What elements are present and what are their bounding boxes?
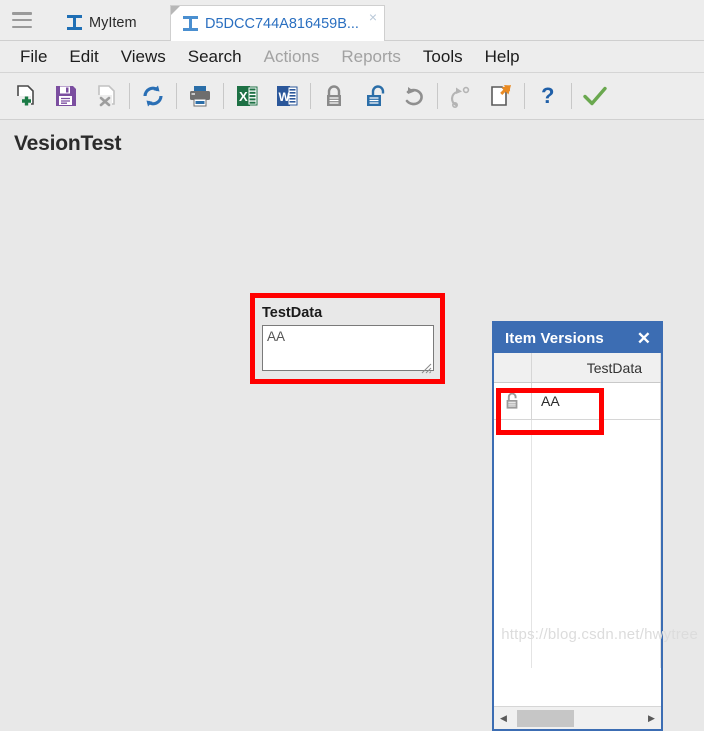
ibeam-icon — [183, 16, 198, 31]
tab-myitem-label: MyItem — [89, 14, 137, 31]
hamburger-icon[interactable] — [12, 12, 32, 28]
toolbar-separator — [524, 83, 525, 109]
testdata-input[interactable] — [262, 325, 434, 371]
close-icon[interactable]: × — [369, 10, 377, 24]
svg-text:X: X — [239, 89, 248, 104]
new-item-icon[interactable] — [6, 77, 46, 115]
versions-column-lock — [494, 353, 532, 382]
toolbar-separator — [176, 83, 177, 109]
check-icon[interactable] — [575, 77, 615, 115]
toolbar-separator — [310, 83, 311, 109]
scrollbar-thumb[interactable] — [517, 709, 574, 727]
hamburger-line — [12, 18, 32, 22]
save-icon[interactable] — [46, 77, 86, 115]
toolbar-separator — [129, 83, 130, 109]
tab-bar: MyItem D5DCC744A816459B... × — [0, 0, 704, 41]
tab-document-label: D5DCC744A816459B... — [205, 15, 359, 32]
redo-icon[interactable] — [441, 77, 481, 115]
close-icon[interactable]: ✕ — [637, 330, 651, 347]
menu-item-edit[interactable]: Edit — [58, 45, 109, 69]
testdata-label: TestData — [262, 305, 323, 321]
undo-icon[interactable] — [394, 77, 434, 115]
hamburger-line — [12, 12, 32, 15]
print-icon[interactable] — [180, 77, 220, 115]
item-versions-title: Item Versions — [505, 329, 604, 347]
menu-item-tools[interactable]: Tools — [412, 45, 474, 69]
scroll-left-arrow-icon[interactable]: ◀ — [494, 708, 513, 729]
menu-item-views[interactable]: Views — [110, 45, 177, 69]
watermark: https://blog.csdn.net/hwytree — [501, 626, 698, 643]
menu-item-file[interactable]: File — [9, 45, 58, 69]
testdata-field-group: TestData — [262, 305, 434, 376]
svg-text:W: W — [279, 90, 291, 104]
item-versions-titlebar: Item Versions ✕ — [494, 323, 661, 353]
copy-item-icon[interactable] — [481, 77, 521, 115]
toolbar-separator — [571, 83, 572, 109]
menu-item-actions: Actions — [263, 46, 320, 66]
svg-text:?: ? — [541, 83, 554, 108]
workspace: VesionTest TestData Item Versions ✕ Test… — [0, 120, 704, 731]
hamburger-line — [12, 25, 32, 28]
help-icon[interactable]: ? — [528, 77, 568, 115]
lock-icon[interactable] — [314, 77, 354, 115]
menu-bar: File Edit Views Search Actions Reports T… — [0, 41, 704, 73]
item-versions-panel: Item Versions ✕ TestData AA ◀ ▶ — [492, 321, 663, 731]
tab-document[interactable]: D5DCC744A816459B... × — [170, 5, 385, 41]
toolbar-separator — [437, 83, 438, 109]
delete-icon[interactable] — [86, 77, 126, 115]
tab-myitem[interactable]: MyItem — [55, 4, 149, 41]
ibeam-icon — [67, 15, 82, 30]
versions-row-highlight — [496, 388, 604, 435]
menu-item-search[interactable]: Search — [177, 45, 253, 69]
toolbar-separator — [223, 83, 224, 109]
menu-item-reports: Reports — [341, 46, 401, 66]
menu-item-help[interactable]: Help — [474, 45, 531, 69]
scrollbar-track[interactable] — [513, 708, 642, 729]
horizontal-scrollbar[interactable]: ◀ ▶ — [494, 706, 661, 729]
export-word-icon[interactable]: W — [267, 77, 307, 115]
scroll-right-arrow-icon[interactable]: ▶ — [642, 708, 661, 729]
versions-column-testdata: TestData — [532, 353, 661, 382]
toolbar: X W ? — [0, 73, 704, 120]
page-title: VesionTest — [14, 132, 122, 155]
unlock-icon[interactable] — [354, 77, 394, 115]
refresh-icon[interactable] — [133, 77, 173, 115]
versions-grid-header: TestData — [494, 353, 661, 383]
export-excel-icon[interactable]: X — [227, 77, 267, 115]
